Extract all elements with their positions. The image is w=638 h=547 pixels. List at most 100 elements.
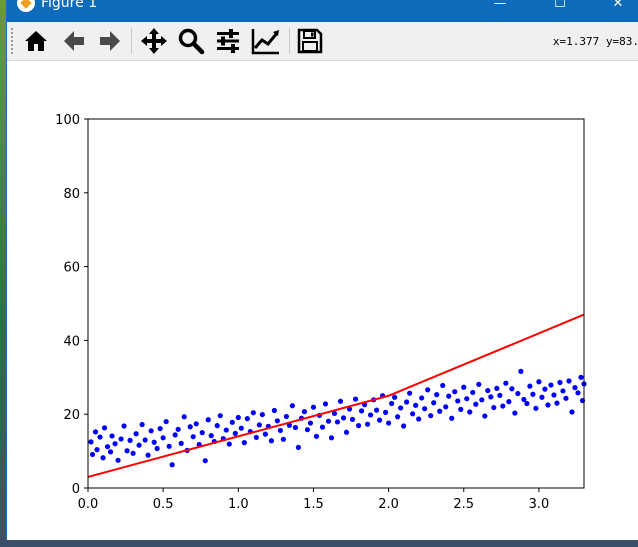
back-button[interactable]	[59, 26, 89, 56]
scatter-point	[280, 436, 286, 442]
configure-subplots-button[interactable]	[213, 26, 243, 56]
scatter-point	[104, 444, 111, 450]
scatter-point	[181, 414, 187, 420]
scatter-point	[235, 414, 241, 421]
title-bar[interactable]: Figure 1 — ☐ ✕	[7, 0, 638, 22]
scatter-point	[491, 404, 497, 411]
subplots-config-icon	[217, 29, 239, 53]
x-tick-label: 3.0	[529, 497, 550, 512]
scatter-point	[497, 392, 503, 398]
y-tick-label: 40	[63, 334, 80, 349]
home-button[interactable]	[21, 26, 51, 56]
scatter-point	[130, 450, 136, 456]
scatter-point	[425, 387, 431, 393]
scatter-point	[455, 398, 461, 404]
scatter-point	[97, 434, 103, 440]
scatter-point	[169, 462, 175, 468]
scatter-point	[202, 458, 208, 464]
scatter-point	[494, 385, 500, 391]
scatter-point	[283, 413, 289, 420]
close-button[interactable]: ✕	[595, 0, 638, 16]
scatter-point	[151, 439, 157, 445]
x-tick-label: 0.0	[78, 497, 99, 512]
scatter-point	[127, 437, 133, 443]
scatter-point	[515, 390, 521, 397]
scatter-point	[392, 394, 398, 400]
scatter-point	[295, 444, 302, 451]
scatter-point	[401, 423, 407, 429]
scatter-point	[337, 398, 344, 404]
scatter-point	[437, 408, 443, 414]
scatter-point	[322, 401, 329, 407]
scatter-point	[461, 384, 467, 390]
scatter-point	[563, 395, 569, 401]
scatter-point	[446, 393, 452, 399]
scatter-point	[539, 394, 545, 400]
scatter-point	[343, 429, 350, 435]
x-tick-label: 1.5	[303, 497, 324, 512]
maximize-button[interactable]: ☐	[537, 0, 583, 16]
y-tick-label: 60	[63, 261, 80, 276]
scatter-point	[289, 403, 296, 409]
scatter-point	[542, 386, 548, 392]
edit-axis-icon	[251, 29, 279, 55]
scatter-point	[431, 400, 437, 406]
save-button[interactable]	[295, 26, 325, 56]
scatter-point	[575, 390, 581, 396]
zoom-button[interactable]	[176, 26, 206, 56]
scatter-point	[133, 431, 139, 437]
back-arrow-icon	[64, 31, 84, 51]
scatter-point	[268, 438, 274, 444]
scatter-point	[253, 434, 259, 441]
scatter-point	[458, 406, 464, 413]
scatter-point	[193, 421, 199, 427]
scatter-point	[232, 430, 238, 436]
scatter-point	[551, 392, 557, 398]
forward-button[interactable]	[95, 26, 125, 56]
scatter-point	[560, 388, 566, 394]
scatter-point	[364, 421, 371, 427]
scatter-point	[271, 407, 277, 414]
minimize-button[interactable]: —	[477, 0, 523, 16]
scatter-point	[304, 427, 311, 433]
scatter-point	[410, 411, 416, 417]
scatter-point	[313, 433, 320, 439]
x-tick-label: 2.0	[378, 497, 399, 512]
scatter-point	[217, 413, 223, 419]
pan-button[interactable]	[139, 26, 169, 56]
scatter-point	[190, 434, 196, 440]
scatter-point	[241, 440, 247, 446]
scatter-point	[524, 400, 530, 407]
scatter-point	[223, 427, 229, 433]
scatter-point	[509, 386, 515, 392]
scatter-point	[548, 382, 554, 388]
forward-arrow-icon	[100, 31, 120, 51]
scatter-point	[554, 400, 560, 406]
scatter-point	[467, 409, 473, 415]
scatter-point	[352, 396, 359, 402]
scatter-point	[88, 439, 94, 445]
scatter-point	[92, 429, 99, 435]
scatter-point	[506, 399, 512, 405]
scatter-point	[440, 382, 446, 389]
scatter-point	[530, 391, 536, 397]
scatter-point	[256, 422, 262, 428]
scatter-point	[422, 406, 428, 412]
scatter-point	[389, 400, 395, 407]
window-title: Figure 1	[41, 0, 98, 11]
scatter-point	[109, 433, 115, 439]
toolbar-separator	[131, 28, 132, 54]
cursor-coordinates: x=1.377 y=83.	[552, 35, 638, 48]
scatter-point	[307, 420, 314, 426]
scatter-point	[199, 430, 205, 436]
edit-axis-button[interactable]	[251, 26, 281, 56]
y-tick-label: 20	[63, 408, 80, 423]
scatter-point	[226, 441, 232, 447]
home-icon	[25, 31, 47, 51]
scatter-point	[512, 410, 518, 416]
scatter-point	[124, 448, 130, 454]
scatter-point	[452, 389, 458, 395]
figure-canvas[interactable]: 0.0 0.5 1.0 1.5 2.0 2.5 3.0 0 20 40 60 80 100	[7, 61, 638, 540]
y-tick-label: 0	[72, 482, 80, 497]
scatter-point	[416, 416, 422, 422]
